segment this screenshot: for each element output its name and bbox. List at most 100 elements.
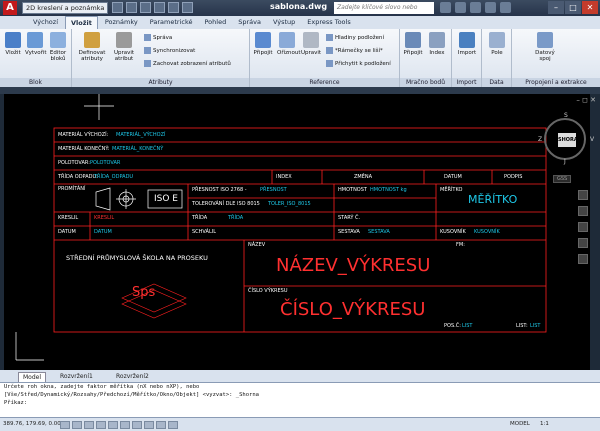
attribute-display-button[interactable]: Zachovat zobrazení atributů [144, 60, 231, 68]
help-icon[interactable] [500, 2, 511, 13]
orbit-icon[interactable] [578, 238, 588, 248]
index-button[interactable]: Index [427, 32, 447, 56]
communication-icon[interactable] [470, 2, 481, 13]
command-prompt[interactable]: Příkaz: [0, 399, 600, 407]
coordinates-readout[interactable]: 389.76, 179.69, 0.00 [3, 421, 61, 427]
tab-parametricke[interactable]: Parametrické [145, 16, 198, 29]
pos-value: LIST [462, 323, 473, 329]
quick-properties-icon[interactable] [168, 421, 178, 429]
command-line[interactable]: Určete roh okna, zadejte faktor měřítka … [0, 382, 600, 417]
underlay-layers-button[interactable]: Hladiny podložení [326, 34, 384, 42]
annotation-scale[interactable]: 1:1 [540, 421, 549, 427]
date2-value: DATUM [94, 229, 112, 235]
field-button[interactable]: Pole [487, 32, 507, 56]
panel-label-link-extract: Propojení a extrakce [512, 78, 600, 87]
material-label: MATERIÁL VÝCHOZÍ: [58, 132, 109, 138]
save-icon[interactable] [140, 2, 151, 13]
class-value: TŘÍDA_ODPADU [94, 174, 134, 180]
edit-attribute-icon [116, 32, 132, 48]
tab-layout1[interactable]: Rozvržení1 [56, 372, 97, 381]
panel-reference: Připojit Oříznout Upravit Hladiny podlož… [250, 29, 400, 87]
grid-icon[interactable] [72, 421, 82, 429]
snap-icon [326, 60, 333, 67]
application-menu-button[interactable]: A [3, 1, 17, 15]
dyn-icon[interactable] [144, 421, 154, 429]
attach-point-cloud-button[interactable]: Připojit [403, 32, 423, 56]
undo-icon[interactable] [154, 2, 165, 13]
name-label: NÁZEV [248, 242, 266, 248]
tab-sprava[interactable]: Správa [233, 16, 266, 29]
manage-icon [144, 34, 151, 41]
snap-mode-icon[interactable] [60, 421, 70, 429]
drafting-toggles [60, 421, 178, 429]
edit-attribute-button[interactable]: Upravit atribut [110, 32, 138, 62]
tab-poznamky[interactable]: Poznámky [100, 16, 143, 29]
viewcube-west: Z [538, 136, 543, 143]
infocenter-icons [440, 2, 511, 13]
otrack-icon[interactable] [120, 421, 130, 429]
tab-pohled[interactable]: Pohled [199, 16, 231, 29]
data-link-button[interactable]: Datový spoj [532, 32, 558, 62]
panel-label-import: Import [452, 78, 481, 87]
tab-vlozit[interactable]: Vložit [65, 16, 98, 29]
ducs-icon[interactable] [132, 421, 142, 429]
lineweight-icon[interactable] [156, 421, 166, 429]
search-icon[interactable] [440, 2, 451, 13]
polar-icon[interactable] [96, 421, 106, 429]
tolerance-label: TOLEROVÁNÍ DLE ISO 8015 [192, 201, 260, 207]
create-block-button[interactable]: Vytvořit [25, 32, 47, 56]
subscription-icon[interactable] [455, 2, 466, 13]
viewport-controls[interactable]: – ◻ ✕ [576, 96, 596, 104]
open-icon[interactable] [126, 2, 137, 13]
block-editor-button[interactable]: Editor bloků [48, 32, 68, 62]
redo-icon[interactable] [168, 2, 179, 13]
material-final-label: MATERIÁL KONEČNÝ: [58, 146, 110, 152]
pieces-value: KUSOVNÍK [474, 229, 500, 235]
favorites-icon[interactable] [485, 2, 496, 13]
snap-underlay-button[interactable]: Přichytit k podložení [326, 60, 391, 68]
ortho-icon[interactable] [84, 421, 94, 429]
clip-button[interactable]: Oříznout [277, 32, 301, 56]
zoom-icon[interactable] [578, 222, 588, 232]
tab-layout2[interactable]: Rozvržení2 [112, 372, 153, 381]
workspace-dropdown[interactable]: 2D kreslení a poznámka [22, 2, 108, 14]
old-number-label: STARÝ Č. [338, 215, 361, 221]
approved-label: SCHVÁLIL [192, 229, 216, 235]
viewcube-south: J [564, 158, 566, 165]
drew-label: KRESLIL [58, 215, 79, 221]
frames-dropdown[interactable]: *Rámečky se liší* [326, 47, 383, 55]
insert-block-button[interactable]: Vložit [3, 32, 23, 56]
close-button[interactable]: ✕ [582, 1, 598, 14]
wcs-menu[interactable]: GSS [553, 175, 572, 183]
plot-icon[interactable] [182, 2, 193, 13]
format-label: FM: [456, 242, 465, 248]
attach-reference-button[interactable]: Připojit [253, 32, 273, 56]
model-space-button[interactable]: MODEL [510, 421, 530, 427]
viewcube[interactable]: SHORA S J Z V [538, 112, 594, 165]
material-value: MATERIÁL_VÝCHOZÍ [116, 132, 166, 138]
surface-label: POLOTOVAR: [58, 160, 90, 166]
showmotion-icon[interactable] [578, 254, 588, 264]
steering-wheel-icon[interactable] [578, 190, 588, 200]
synchronize-button[interactable]: Synchronizovat [144, 47, 195, 55]
minimize-button[interactable]: – [548, 1, 564, 14]
sheet-label: LIST: [516, 323, 528, 329]
tab-vychozi[interactable]: Výchozí [28, 16, 63, 29]
drawing-area[interactable]: MATERIÁL VÝCHOZÍ: MATERIÁL_VÝCHOZÍ MATER… [4, 94, 590, 370]
import-button[interactable]: Import [457, 32, 477, 56]
define-attributes-button[interactable]: Definovat atributy [78, 32, 106, 62]
adjust-button[interactable]: Upravit [301, 32, 321, 56]
viewcube-top-face[interactable]: SHORA [558, 133, 578, 147]
weight-label: HMOTNOST [338, 187, 367, 193]
new-icon[interactable] [112, 2, 123, 13]
manage-attributes-button[interactable]: Správa [144, 34, 172, 42]
change-label: ZMĚNA [354, 174, 373, 180]
search-input[interactable]: Zadejte klíčové slovo nebo výraz [334, 2, 434, 23]
drawing-strip [0, 87, 600, 94]
maximize-button[interactable]: □ [565, 1, 581, 14]
block-editor-icon [50, 32, 66, 48]
tab-express-tools[interactable]: Express Tools [302, 16, 355, 29]
pan-icon[interactable] [578, 206, 588, 216]
osnap-icon[interactable] [108, 421, 118, 429]
tab-vystup[interactable]: Výstup [268, 16, 300, 29]
